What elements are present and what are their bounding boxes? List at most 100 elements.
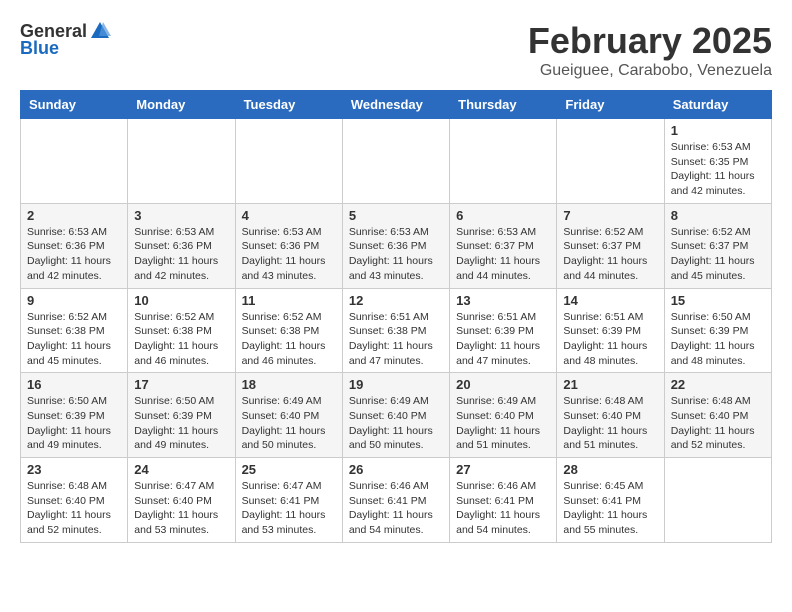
day-info: Sunrise: 6:53 AMSunset: 6:36 PMDaylight:… — [27, 225, 121, 284]
day-info: Sunrise: 6:46 AMSunset: 6:41 PMDaylight:… — [349, 479, 443, 538]
calendar-cell-week5-day2: 24Sunrise: 6:47 AMSunset: 6:40 PMDayligh… — [128, 458, 235, 543]
day-info: Sunrise: 6:50 AMSunset: 6:39 PMDaylight:… — [671, 310, 765, 369]
calendar-cell-week4-day2: 17Sunrise: 6:50 AMSunset: 6:39 PMDayligh… — [128, 373, 235, 458]
sunset-text: Sunset: 6:40 PM — [242, 409, 336, 424]
week-row-2: 2Sunrise: 6:53 AMSunset: 6:36 PMDaylight… — [21, 203, 772, 288]
sunset-text: Sunset: 6:35 PM — [671, 155, 765, 170]
sunset-text: Sunset: 6:37 PM — [671, 239, 765, 254]
title-area: February 2025 Gueiguee, Carabobo, Venezu… — [528, 20, 772, 80]
logo: General Blue — [20, 20, 113, 59]
sunset-text: Sunset: 6:40 PM — [563, 409, 657, 424]
weekday-header-saturday: Saturday — [664, 91, 771, 119]
calendar-cell-week5-day5: 27Sunrise: 6:46 AMSunset: 6:41 PMDayligh… — [450, 458, 557, 543]
weekday-header-sunday: Sunday — [21, 91, 128, 119]
day-info: Sunrise: 6:53 AMSunset: 6:37 PMDaylight:… — [456, 225, 550, 284]
daylight-text: Daylight: 11 hours and 45 minutes. — [671, 254, 765, 283]
calendar-cell-week4-day5: 20Sunrise: 6:49 AMSunset: 6:40 PMDayligh… — [450, 373, 557, 458]
weekday-header-thursday: Thursday — [450, 91, 557, 119]
day-number: 8 — [671, 208, 765, 223]
sunrise-text: Sunrise: 6:52 AM — [242, 310, 336, 325]
daylight-text: Daylight: 11 hours and 46 minutes. — [242, 339, 336, 368]
day-info: Sunrise: 6:47 AMSunset: 6:40 PMDaylight:… — [134, 479, 228, 538]
daylight-text: Daylight: 11 hours and 54 minutes. — [349, 508, 443, 537]
sunset-text: Sunset: 6:38 PM — [134, 324, 228, 339]
calendar-cell-week2-day1: 2 Sunrise: 6:53 AMSunset: 6:36 PMDaylight… — [21, 203, 128, 288]
weekday-header-wednesday: Wednesday — [342, 91, 449, 119]
day-info: Sunrise: 6:52 AMSunset: 6:38 PMDaylight:… — [134, 310, 228, 369]
daylight-text: Daylight: 11 hours and 42 minutes. — [671, 169, 765, 198]
daylight-text: Daylight: 11 hours and 46 minutes. — [134, 339, 228, 368]
day-info: Sunrise: 6:49 AMSunset: 6:40 PMDaylight:… — [456, 394, 550, 453]
daylight-text: Daylight: 11 hours and 47 minutes. — [349, 339, 443, 368]
sunset-text: Sunset: 6:39 PM — [563, 324, 657, 339]
daylight-text: Daylight: 11 hours and 42 minutes. — [27, 254, 121, 283]
day-info: Sunrise: 6:52 AMSunset: 6:38 PMDaylight:… — [242, 310, 336, 369]
sunset-text: Sunset: 6:40 PM — [456, 409, 550, 424]
day-number: 27 — [456, 462, 550, 477]
day-info: Sunrise: 6:48 AMSunset: 6:40 PMDaylight:… — [27, 479, 121, 538]
logo-icon — [89, 20, 111, 42]
calendar-cell-week2-day3: 4Sunrise: 6:53 AMSunset: 6:36 PMDaylight… — [235, 203, 342, 288]
calendar-cell-week3-day3: 11Sunrise: 6:52 AMSunset: 6:38 PMDayligh… — [235, 288, 342, 373]
week-row-4: 16Sunrise: 6:50 AMSunset: 6:39 PMDayligh… — [21, 373, 772, 458]
sunset-text: Sunset: 6:37 PM — [563, 239, 657, 254]
calendar-cell-week5-day1: 23 Sunrise: 6:48 AMSunset: 6:40 PMDayligh… — [21, 458, 128, 543]
daylight-text: Daylight: 11 hours and 52 minutes. — [27, 508, 121, 537]
sunset-text: Sunset: 6:36 PM — [27, 239, 121, 254]
sunrise-text: Sunrise: 6:51 AM — [349, 310, 443, 325]
day-number: 12 — [349, 293, 443, 308]
sunset-text: Sunset: 6:38 PM — [349, 324, 443, 339]
day-number: 9 — [27, 293, 121, 308]
day-number: 25 — [242, 462, 336, 477]
day-number: 19 — [349, 377, 443, 392]
week-row-5: 23 Sunrise: 6:48 AMSunset: 6:40 PMDayligh… — [21, 458, 772, 543]
day-info: Sunrise: 6:48 AMSunset: 6:40 PMDaylight:… — [563, 394, 657, 453]
day-number: 26 — [349, 462, 443, 477]
day-info: Sunrise: 6:45 AMSunset: 6:41 PMDaylight:… — [563, 479, 657, 538]
sunrise-text: Sunrise: 6:46 AM — [456, 479, 550, 494]
day-info: Sunrise: 6:48 AMSunset: 6:40 PMDaylight:… — [671, 394, 765, 453]
daylight-text: Daylight: 11 hours and 55 minutes. — [563, 508, 657, 537]
day-number: 17 — [134, 377, 228, 392]
sunrise-text: Sunrise: 6:52 AM — [563, 225, 657, 240]
calendar-cell-week2-day7: 8 Sunrise: 6:52 AMSunset: 6:37 PMDaylight… — [664, 203, 771, 288]
sunset-text: Sunset: 6:40 PM — [134, 494, 228, 509]
daylight-text: Daylight: 11 hours and 51 minutes. — [456, 424, 550, 453]
day-number: 2 — [27, 208, 121, 223]
weekday-header-friday: Friday — [557, 91, 664, 119]
calendar-cell-week3-day6: 14Sunrise: 6:51 AMSunset: 6:39 PMDayligh… — [557, 288, 664, 373]
calendar-cell-week3-day7: 15Sunrise: 6:50 AMSunset: 6:39 PMDayligh… — [664, 288, 771, 373]
day-number: 13 — [456, 293, 550, 308]
day-info: Sunrise: 6:52 AMSunset: 6:37 PMDaylight:… — [671, 225, 765, 284]
logo-blue: Blue — [20, 38, 59, 59]
calendar-cell-week3-day2: 10Sunrise: 6:52 AMSunset: 6:38 PMDayligh… — [128, 288, 235, 373]
sunrise-text: Sunrise: 6:52 AM — [134, 310, 228, 325]
day-number: 1 — [671, 123, 765, 138]
calendar-cell-week2-day4: 5Sunrise: 6:53 AMSunset: 6:36 PMDaylight… — [342, 203, 449, 288]
sunrise-text: Sunrise: 6:49 AM — [242, 394, 336, 409]
sunset-text: Sunset: 6:40 PM — [671, 409, 765, 424]
day-number: 21 — [563, 377, 657, 392]
sunset-text: Sunset: 6:36 PM — [242, 239, 336, 254]
calendar-cell-week5-day6: 28Sunrise: 6:45 AMSunset: 6:41 PMDayligh… — [557, 458, 664, 543]
daylight-text: Daylight: 11 hours and 45 minutes. — [27, 339, 121, 368]
day-number: 14 — [563, 293, 657, 308]
sunrise-text: Sunrise: 6:49 AM — [349, 394, 443, 409]
day-info: Sunrise: 6:53 AMSunset: 6:36 PMDaylight:… — [134, 225, 228, 284]
daylight-text: Daylight: 11 hours and 43 minutes. — [349, 254, 443, 283]
sunset-text: Sunset: 6:38 PM — [242, 324, 336, 339]
sunrise-text: Sunrise: 6:48 AM — [563, 394, 657, 409]
calendar-cell-week4-day4: 19Sunrise: 6:49 AMSunset: 6:40 PMDayligh… — [342, 373, 449, 458]
day-number: 23 — [27, 462, 121, 477]
sunrise-text: Sunrise: 6:52 AM — [27, 310, 121, 325]
calendar-table: SundayMondayTuesdayWednesdayThursdayFrid… — [20, 90, 772, 543]
sunrise-text: Sunrise: 6:53 AM — [27, 225, 121, 240]
sunset-text: Sunset: 6:41 PM — [349, 494, 443, 509]
calendar-cell-week4-day6: 21 Sunrise: 6:48 AMSunset: 6:40 PMDayligh… — [557, 373, 664, 458]
day-number: 6 — [456, 208, 550, 223]
daylight-text: Daylight: 11 hours and 53 minutes. — [134, 508, 228, 537]
calendar-cell-week3-day5: 13Sunrise: 6:51 AMSunset: 6:39 PMDayligh… — [450, 288, 557, 373]
day-number: 22 — [671, 377, 765, 392]
sunset-text: Sunset: 6:39 PM — [456, 324, 550, 339]
sunrise-text: Sunrise: 6:53 AM — [134, 225, 228, 240]
